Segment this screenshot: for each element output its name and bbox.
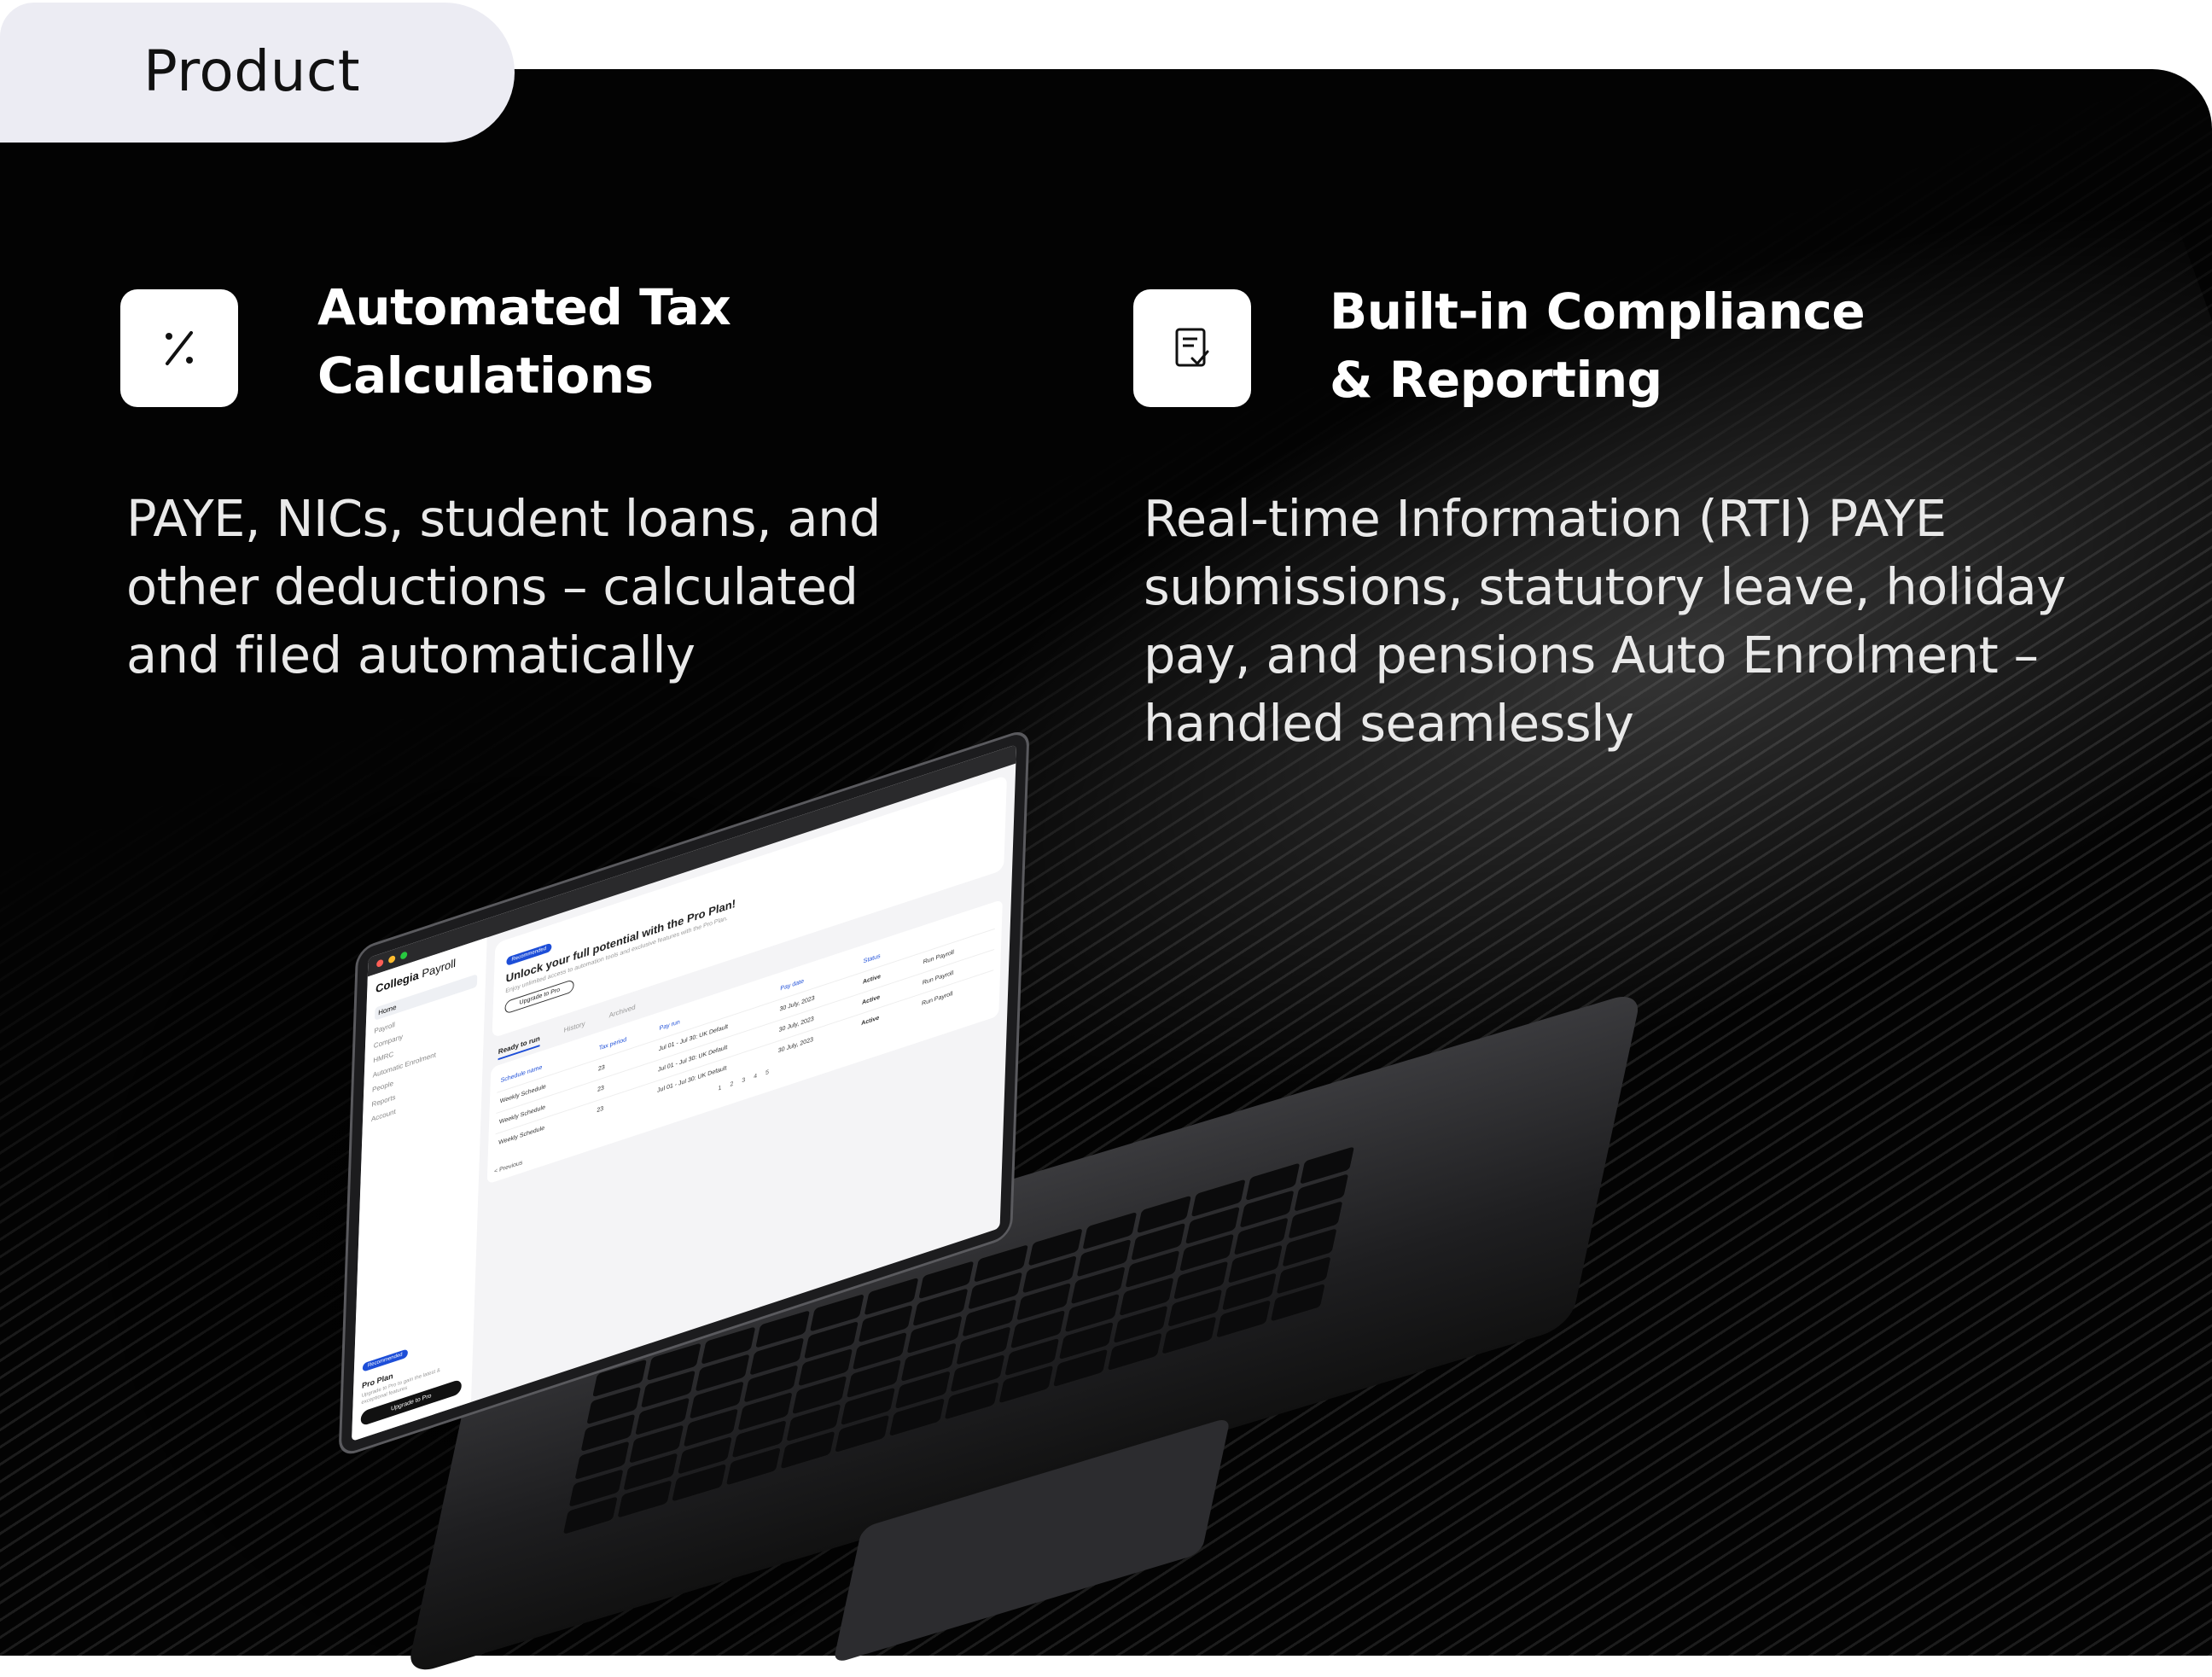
feature-title-line: Automated Tax [317,278,731,336]
page-link[interactable]: 2 [730,1081,733,1088]
app-sidebar: Collegia Payroll Home Payroll Company HM… [352,937,487,1441]
page-link[interactable]: 3 [742,1077,745,1084]
page-link[interactable]: 4 [754,1073,757,1080]
feature-title-compliance: Built-in Compliance & Reporting [1330,277,1866,414]
minimize-dot-icon[interactable] [388,954,396,964]
page-link[interactable]: 1 [718,1085,721,1092]
feature-desc-line: Real-time Information (RTI) PAYE [1144,489,1947,548]
checklist-document-icon [1133,289,1251,407]
feature-desc-line: submissions, statutory leave, holiday [1144,557,2066,616]
brand-light: Payroll [422,956,457,981]
feature-title-line: & Reporting [1330,351,1662,409]
tab-history[interactable]: History [563,1020,585,1039]
feature-desc-line: pay, and pensions Auto Enrolment – [1144,626,2039,684]
pro-plan-card: Recommended Pro Plan Upgrade to Pro to g… [360,1325,464,1427]
feature-desc-tax: PAYE, NICs, student loans, and other ded… [126,485,881,690]
product-tab-label: Product [143,38,361,104]
feature-desc-line: handled seamlessly [1144,694,1634,753]
product-tab[interactable]: Product [0,3,515,143]
maximize-dot-icon[interactable] [400,951,408,960]
brand-bold: Collegia [375,968,419,996]
feature-title-tax: Automated Tax Calculations [317,273,731,410]
banner-upgrade-button[interactable]: Upgrade to Pro [504,978,575,1015]
feature-desc-line: PAYE, NICs, student loans, and [126,489,881,548]
feature-desc-line: other deductions – calculated [126,557,859,616]
feature-desc-compliance: Real-time Information (RTI) PAYE submiss… [1144,485,2066,758]
close-dot-icon[interactable] [376,958,384,969]
page-link[interactable]: 5 [765,1069,769,1076]
feature-desc-line: and filed automatically [126,626,696,684]
percent-icon [120,289,238,407]
feature-title-line: Calculations [317,346,654,405]
feature-title-line: Built-in Compliance [1330,282,1866,341]
